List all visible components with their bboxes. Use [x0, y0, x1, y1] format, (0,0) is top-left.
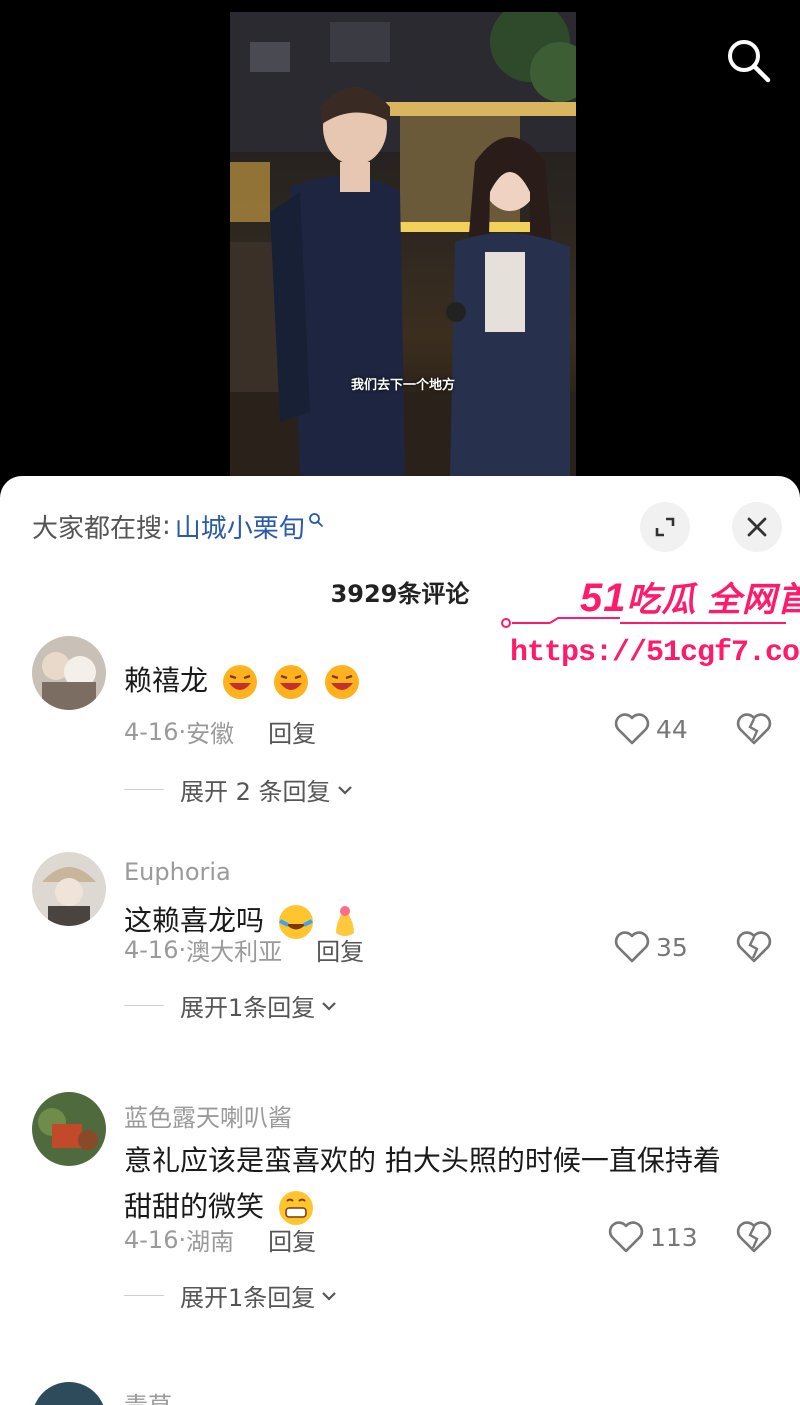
- search-icon[interactable]: [722, 34, 774, 86]
- comment-text: 赖禧龙: [124, 658, 774, 704]
- avatar[interactable]: [32, 636, 106, 710]
- comment-date: 4-16: [124, 717, 179, 746]
- reply-button[interactable]: 回复: [268, 1222, 316, 1257]
- avatar[interactable]: [32, 1092, 106, 1166]
- expand-icon: [655, 517, 675, 537]
- meta-separator: ·: [178, 935, 187, 964]
- comment-location: 安徽: [186, 720, 235, 748]
- trending-term-link[interactable]: 山城小栗旬: [175, 508, 305, 545]
- dislike-icon[interactable]: [736, 712, 772, 746]
- expand-replies-button[interactable]: 展开1条回复: [124, 1278, 337, 1313]
- dislike-icon[interactable]: [736, 930, 772, 964]
- user-name[interactable]: 青草: [124, 1386, 172, 1405]
- user-name[interactable]: 蓝色露天喇叭酱: [124, 1098, 292, 1133]
- like-button[interactable]: 113: [608, 1220, 698, 1254]
- watermark-divider: [501, 617, 786, 628]
- comment-text-body: 赖禧龙: [124, 664, 209, 697]
- comment-text-body: 甜甜的微笑: [124, 1190, 265, 1223]
- like-button[interactable]: 35: [614, 930, 688, 964]
- expand-replies-label: 展开1条回复: [180, 994, 316, 1022]
- like-button[interactable]: 44: [614, 712, 688, 746]
- heart-icon: [614, 713, 650, 745]
- comment-location: 澳大利亚: [186, 938, 283, 966]
- video-subtitle: 我们去下一个地方: [350, 378, 455, 393]
- video-frame[interactable]: 我们去下一个地方: [230, 12, 576, 478]
- video-scene: [230, 12, 576, 478]
- chevron-down-icon: [337, 785, 352, 795]
- expand-button[interactable]: [640, 502, 690, 552]
- search-mini-icon: [308, 513, 323, 527]
- close-icon: [747, 517, 767, 537]
- comment-date: 4-16: [124, 1225, 179, 1254]
- expand-divider: [124, 789, 164, 790]
- watermark-logo-num: 51: [580, 576, 627, 620]
- comment-sheet: 大家都在搜 : 山城小栗旬 3929条评论 51吃瓜 全网首发 https://…: [0, 476, 800, 1405]
- comment-date: 4-16: [124, 935, 179, 964]
- comment-meta: 4-16 · 湖南 回复: [124, 1222, 316, 1257]
- like-count: 35: [656, 932, 688, 962]
- video-area[interactable]: 我们去下一个地方: [0, 0, 800, 480]
- dislike-icon[interactable]: [736, 1220, 772, 1254]
- meta-separator: ·: [178, 1225, 187, 1254]
- expand-replies-label: 展开1条回复: [180, 1284, 316, 1312]
- expand-replies-label: 展开 2 条回复: [180, 778, 331, 806]
- reply-button[interactable]: 回复: [268, 714, 316, 749]
- like-count: 113: [650, 1222, 698, 1252]
- comment-location: 湖南: [186, 1228, 235, 1256]
- avatar[interactable]: [32, 1382, 106, 1405]
- comment-text: 意礼应该是蛮喜欢的 拍大头照的时候一直保持着 甜甜的微笑: [124, 1138, 774, 1230]
- user-name[interactable]: Euphoria: [124, 858, 231, 886]
- close-button[interactable]: [732, 502, 782, 552]
- chevron-down-icon: [322, 1001, 337, 1011]
- trending-colon: :: [162, 511, 171, 541]
- laughing-emoji-icon: [222, 665, 257, 699]
- avatar[interactable]: [32, 852, 106, 926]
- meta-separator: ·: [178, 717, 187, 746]
- heart-icon: [608, 1221, 644, 1253]
- trending-search-bar[interactable]: 大家都在搜 : 山城小栗旬: [32, 506, 324, 546]
- expand-replies-button[interactable]: 展开 2 条回复: [124, 772, 353, 807]
- heart-icon: [614, 931, 650, 963]
- watermark-logo-text: 吃瓜 全网首发: [626, 581, 800, 619]
- expand-divider: [124, 1005, 164, 1006]
- expand-replies-button[interactable]: 展开1条回复: [124, 988, 337, 1023]
- expand-divider: [124, 1295, 164, 1296]
- laughing-emoji-icon: [273, 665, 308, 699]
- comment-meta: 4-16 · 澳大利亚 回复: [124, 932, 364, 967]
- trending-prefix: 大家都在搜: [32, 513, 163, 544]
- chevron-down-icon: [322, 1291, 337, 1301]
- reply-button[interactable]: 回复: [316, 932, 364, 967]
- comment-text-line: 意礼应该是蛮喜欢的 拍大头照的时候一直保持着: [124, 1144, 721, 1177]
- laughing-emoji-icon: [324, 665, 359, 699]
- like-count: 44: [656, 714, 688, 744]
- comment-meta: 4-16 · 安徽 回复: [124, 714, 316, 749]
- watermark-logo: 51吃瓜 全网首发: [580, 572, 800, 621]
